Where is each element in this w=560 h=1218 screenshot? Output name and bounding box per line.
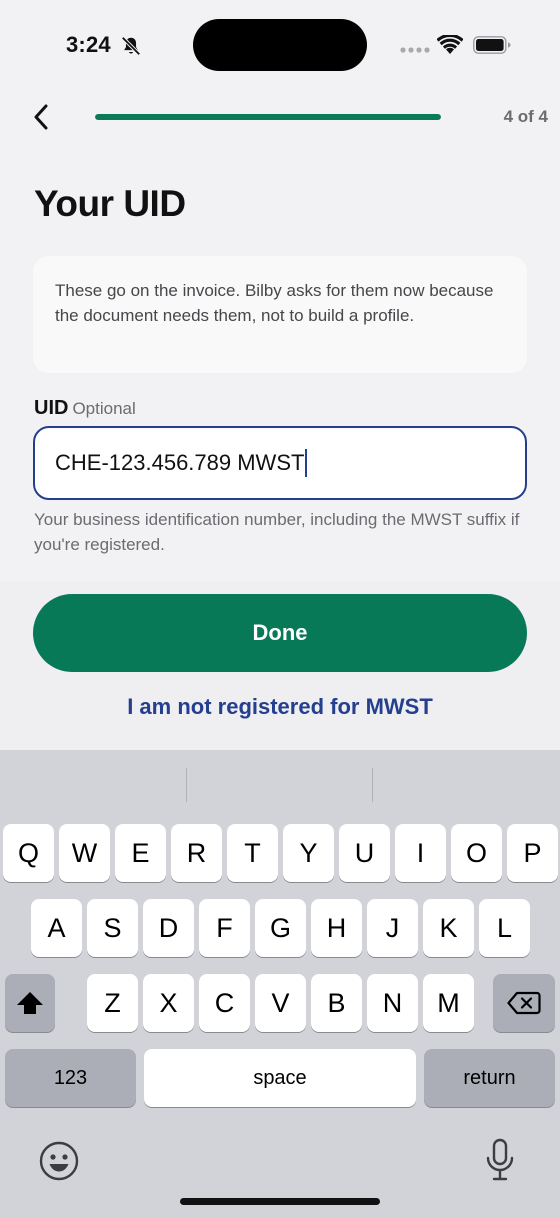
shift-key[interactable] [5,974,55,1032]
info-card: These go on the invoice. Bilby asks for … [33,256,527,373]
shift-icon [17,992,43,1014]
key-o[interactable]: O [451,824,502,882]
numbers-key[interactable]: 123 [5,1049,136,1107]
battery-icon [473,36,511,54]
keyboard: QWERTYUIOP ASDFGHJKL ZXCVBNM 123 space r… [0,750,560,1218]
emoji-icon[interactable] [38,1140,80,1182]
key-y[interactable]: Y [283,824,334,882]
key-e[interactable]: E [115,824,166,882]
key-a[interactable]: A [31,899,82,957]
dynamic-island [193,19,367,71]
key-s[interactable]: S [87,899,138,957]
key-v[interactable]: V [255,974,306,1032]
chevron-left-icon [34,104,48,130]
page-title: Your UID [34,183,186,224]
suggestion-divider [186,768,187,802]
uid-field-label: UID Optional [34,397,136,420]
bell-muted-icon [121,36,141,56]
uid-input-value: CHE-123.456.789 MWST [55,450,305,475]
key-b[interactable]: B [311,974,362,1032]
step-counter: 4 of 4 [503,107,548,126]
backspace-icon [507,991,541,1015]
info-text: These go on the invoice. Bilby asks for … [55,281,494,325]
key-j[interactable]: J [367,899,418,957]
cellular-signal-icon [400,47,430,53]
uid-label-text: UID [34,397,69,419]
key-x[interactable]: X [143,974,194,1032]
backspace-key[interactable] [493,974,555,1032]
key-i[interactable]: I [395,824,446,882]
key-g[interactable]: G [255,899,306,957]
key-u[interactable]: U [339,824,390,882]
microphone-icon[interactable] [484,1138,516,1182]
key-h[interactable]: H [311,899,362,957]
wifi-icon [437,35,463,54]
key-d[interactable]: D [143,899,194,957]
key-q[interactable]: Q [3,824,54,882]
status-bar: 3:24 [0,0,560,90]
key-c[interactable]: C [199,974,250,1032]
uid-input[interactable]: CHE-123.456.789 MWST [33,426,527,500]
key-m[interactable]: M [423,974,474,1032]
uid-help-text: Your business identification number, inc… [34,510,520,554]
key-t[interactable]: T [227,824,278,882]
key-w[interactable]: W [59,824,110,882]
key-n[interactable]: N [367,974,418,1032]
key-r[interactable]: R [171,824,222,882]
done-button[interactable]: Done [33,594,527,672]
return-key[interactable]: return [424,1049,555,1107]
optional-tag: Optional [72,399,136,418]
back-button[interactable] [26,102,56,132]
space-key[interactable]: space [144,1049,416,1107]
status-time: 3:24 [66,32,111,57]
suggestion-divider [372,768,373,802]
key-f[interactable]: F [199,899,250,957]
text-caret [305,449,308,477]
key-l[interactable]: L [479,899,530,957]
not-registered-link[interactable]: I am not registered for MWST [0,694,560,720]
home-indicator [180,1198,380,1205]
key-k[interactable]: K [423,899,474,957]
progress-bar-fill [95,114,441,120]
key-p[interactable]: P [507,824,558,882]
key-z[interactable]: Z [87,974,138,1032]
progress-bar [95,114,441,120]
